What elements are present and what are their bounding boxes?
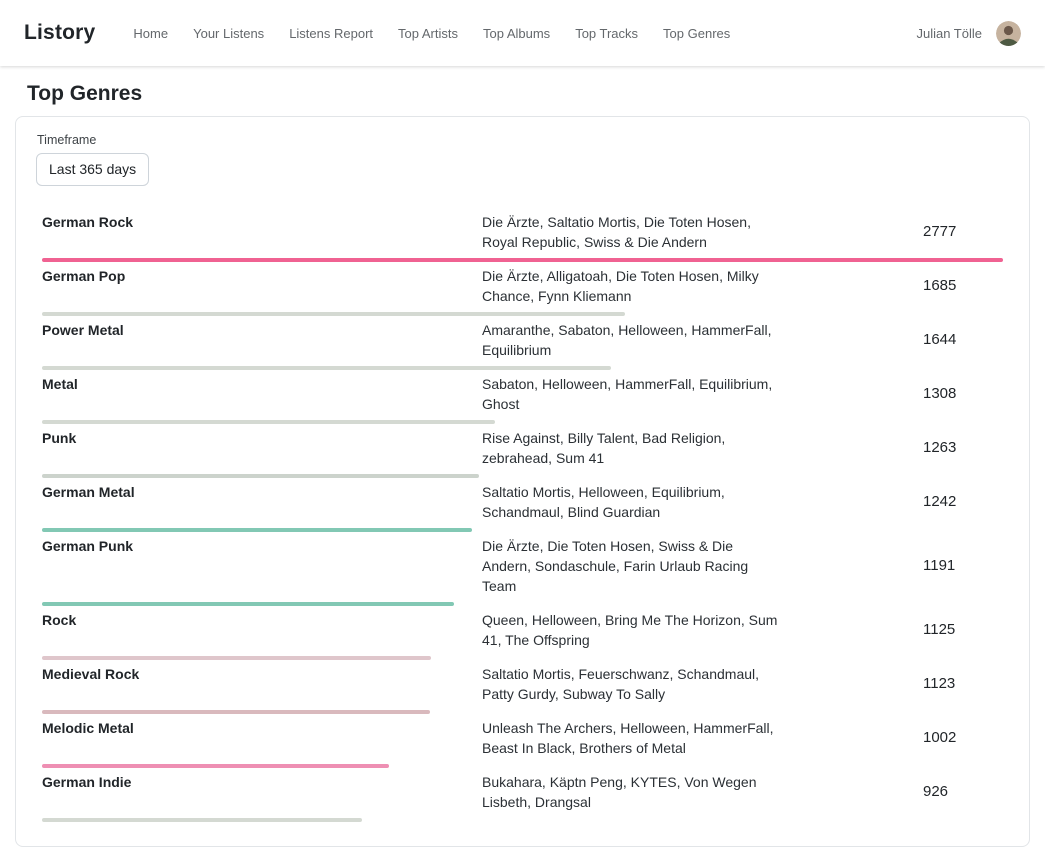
genre-artists: Die Ärzte, Saltatio Mortis, Die Toten Ho… — [482, 212, 782, 252]
genre-count: 1242 — [923, 492, 1003, 512]
genre-count: 1191 — [923, 556, 1003, 576]
genre-count: 2777 — [923, 222, 1003, 242]
genre-name: German Punk — [42, 536, 482, 596]
genre-row: Power Metal Amaranthe, Sabaton, Hellowee… — [42, 316, 1003, 370]
nav-item-top-artists[interactable]: Top Artists — [398, 26, 458, 41]
genre-name: German Indie — [42, 772, 482, 812]
genre-count: 1002 — [923, 728, 1003, 748]
nav-item-top-albums[interactable]: Top Albums — [483, 26, 550, 41]
nav-item-home[interactable]: Home — [133, 26, 168, 41]
genre-artists: Amaranthe, Sabaton, Helloween, HammerFal… — [482, 320, 782, 360]
genre-artists: Saltatio Mortis, Feuerschwanz, Schandmau… — [482, 664, 782, 704]
genre-row: Melodic Metal Unleash The Archers, Hello… — [42, 714, 1003, 768]
genre-row: German Punk Die Ärzte, Die Toten Hosen, … — [42, 532, 1003, 606]
nav-item-listens-report[interactable]: Listens Report — [289, 26, 373, 41]
genre-count: 1125 — [923, 620, 1003, 640]
top-nav-bar: Listory Home Your Listens Listens Report… — [0, 0, 1045, 66]
genre-count: 1685 — [923, 276, 1003, 296]
main-content: Top Genres Timeframe Last 365 days Germa… — [0, 82, 1045, 847]
genre-artists: Die Ärzte, Alligatoah, Die Toten Hosen, … — [482, 266, 782, 306]
genre-count: 1644 — [923, 330, 1003, 350]
nav-item-your-listens[interactable]: Your Listens — [193, 26, 264, 41]
genre-count: 1123 — [923, 674, 1003, 694]
genre-artists: Unleash The Archers, Helloween, HammerFa… — [482, 718, 782, 758]
genre-progress-bar — [42, 818, 362, 822]
brand-logo[interactable]: Listory — [24, 21, 95, 45]
genre-name: German Rock — [42, 212, 482, 252]
page-title: Top Genres — [27, 82, 1018, 106]
timeframe-select-button[interactable]: Last 365 days — [36, 153, 149, 186]
genre-name: Melodic Metal — [42, 718, 482, 758]
user-name: Julian Tölle — [916, 26, 982, 41]
nav-item-top-tracks[interactable]: Top Tracks — [575, 26, 638, 41]
genre-row: Rock Queen, Helloween, Bring Me The Hori… — [42, 606, 1003, 660]
genre-name: Rock — [42, 610, 482, 650]
main-nav: Home Your Listens Listens Report Top Art… — [133, 26, 730, 41]
genre-name: Metal — [42, 374, 482, 414]
genre-name: German Pop — [42, 266, 482, 306]
genre-artists: Rise Against, Billy Talent, Bad Religion… — [482, 428, 782, 468]
user-avatar[interactable] — [996, 21, 1021, 46]
genre-artists: Saltatio Mortis, Helloween, Equilibrium,… — [482, 482, 782, 522]
genre-row: German Pop Die Ärzte, Alligatoah, Die To… — [42, 262, 1003, 316]
timeframe-label: Timeframe — [37, 133, 1009, 147]
genre-artists: Queen, Helloween, Bring Me The Horizon, … — [482, 610, 782, 650]
genre-name: German Metal — [42, 482, 482, 522]
genre-row: Punk Rise Against, Billy Talent, Bad Rel… — [42, 424, 1003, 478]
genre-row: German Rock Die Ärzte, Saltatio Mortis, … — [42, 208, 1003, 262]
nav-item-top-genres[interactable]: Top Genres — [663, 26, 730, 41]
genre-name: Punk — [42, 428, 482, 468]
genre-row: Medieval Rock Saltatio Mortis, Feuerschw… — [42, 660, 1003, 714]
genre-count: 1308 — [923, 384, 1003, 404]
genre-row: German Indie Bukahara, Käptn Peng, KYTES… — [42, 768, 1003, 822]
genre-count: 926 — [923, 782, 1003, 802]
genre-artists: Die Ärzte, Die Toten Hosen, Swiss & Die … — [482, 536, 782, 596]
genre-artists: Sabaton, Helloween, HammerFall, Equilibr… — [482, 374, 782, 414]
top-genres-card: Timeframe Last 365 days German Rock Die … — [15, 116, 1030, 847]
genre-row: Metal Sabaton, Helloween, HammerFall, Eq… — [42, 370, 1003, 424]
genre-table: German Rock Die Ärzte, Saltatio Mortis, … — [36, 208, 1009, 822]
genre-name: Power Metal — [42, 320, 482, 360]
genre-count: 1263 — [923, 438, 1003, 458]
user-avatar-image — [996, 21, 1021, 46]
genre-artists: Bukahara, Käptn Peng, KYTES, Von Wegen L… — [482, 772, 782, 812]
genre-row: German Metal Saltatio Mortis, Helloween,… — [42, 478, 1003, 532]
genre-name: Medieval Rock — [42, 664, 482, 704]
user-menu: Julian Tölle — [916, 21, 1021, 46]
